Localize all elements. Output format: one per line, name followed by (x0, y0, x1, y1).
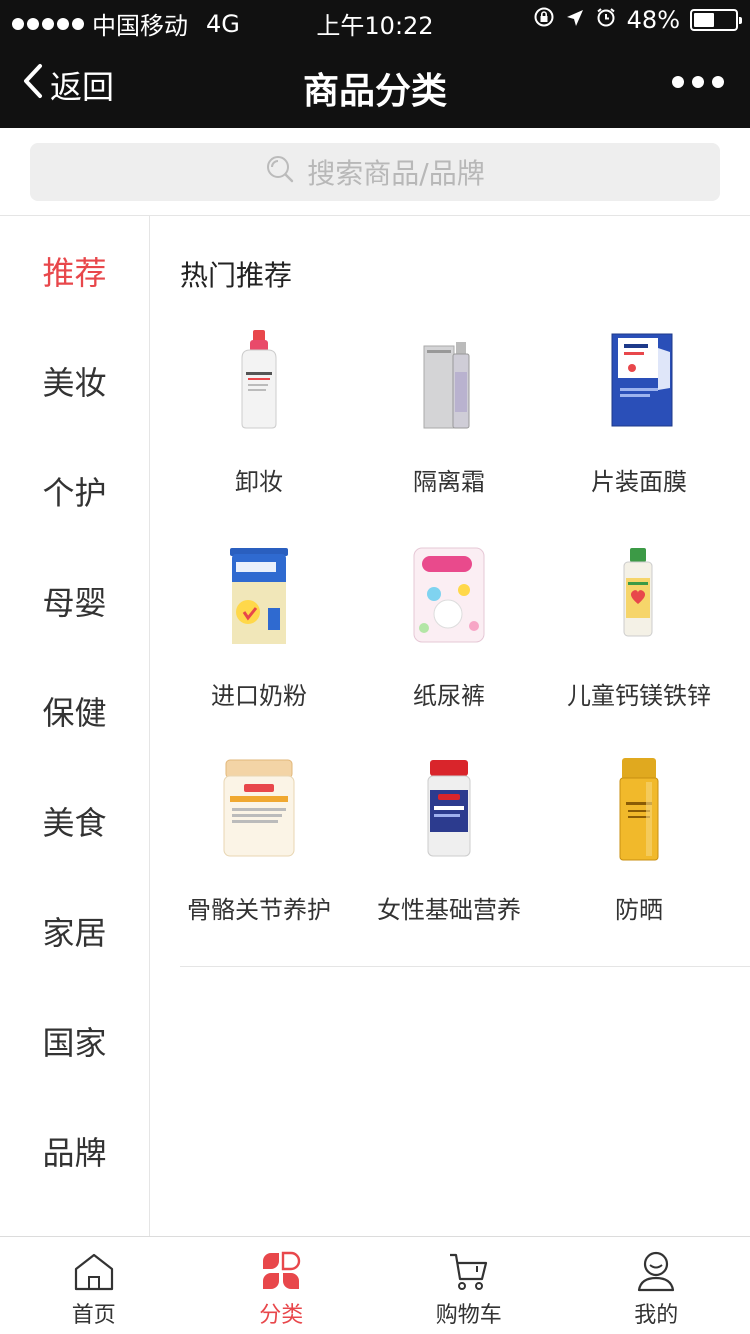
tab-profile[interactable]: 我的 (563, 1237, 750, 1334)
page-title: 商品分类 (302, 71, 447, 112)
search-placeholder: 搜索商品/品牌 (307, 157, 485, 190)
tab-label: 购物车 (435, 1303, 502, 1328)
status-bar: 中国移动 4G 上午10:22 48% (0, 0, 750, 40)
product-label: 纸尿裤 (413, 682, 485, 710)
cart-icon (447, 1249, 491, 1293)
sidebar-item-recommend[interactable]: 推荐 (0, 216, 149, 326)
tab-label: 我的 (634, 1303, 679, 1328)
diaper-pack-icon (394, 542, 504, 652)
more-options-button[interactable] (672, 76, 724, 88)
sidebar-item-beauty[interactable]: 美妆 (0, 326, 149, 436)
sidebar-item-country[interactable]: 国家 (0, 986, 149, 1096)
more-dots-icon (672, 76, 684, 88)
product-item-makeup-remover[interactable]: 卸妆 (164, 328, 354, 542)
section-divider (180, 966, 750, 967)
battery-percent: 48% (626, 6, 680, 34)
kids-supplement-bottle-icon (584, 542, 694, 652)
product-label: 隔离霜 (413, 468, 485, 496)
tab-category[interactable]: 分类 (188, 1237, 376, 1334)
search-section: 搜索商品/品牌 (0, 128, 750, 216)
product-item-primer[interactable]: 隔离霜 (354, 328, 544, 542)
product-label: 进口奶粉 (211, 682, 307, 710)
sidebar-item-home[interactable]: 家居 (0, 876, 149, 986)
product-item-sunscreen[interactable]: 防晒 (544, 756, 734, 970)
sidebar-item-food[interactable]: 美食 (0, 766, 149, 876)
product-item-women-nutrition[interactable]: 女性基础营养 (354, 756, 544, 970)
product-item-joint-care[interactable]: 骨骼关节养护 (164, 756, 354, 970)
home-icon (72, 1249, 116, 1293)
sidebar-item-mother-baby[interactable]: 母婴 (0, 546, 149, 656)
category-icon (259, 1249, 303, 1293)
product-item-milk-powder[interactable]: 进口奶粉 (164, 542, 354, 756)
product-label: 儿童钙镁铁锌 (567, 682, 711, 710)
section-title: 热门推荐 (180, 259, 293, 292)
vitamin-bottle-icon (394, 756, 504, 866)
sidebar-item-personal-care[interactable]: 个护 (0, 436, 149, 546)
sunscreen-bottle-icon (584, 756, 694, 866)
calcium-jar-icon (204, 756, 314, 866)
tab-label: 首页 (71, 1303, 116, 1328)
alarm-clock-icon (595, 6, 617, 34)
category-content: 热门推荐 卸妆 隔离霜 片装面膜 进口奶粉 纸尿裤 儿童钙镁铁锌 骨骼关节养护 … (150, 216, 750, 1236)
milk-powder-can-icon (204, 542, 314, 652)
product-item-sheet-mask[interactable]: 片装面膜 (544, 328, 734, 542)
product-item-diapers[interactable]: 纸尿裤 (354, 542, 544, 756)
category-sidebar: 推荐 美妆 个护 母婴 保健 美食 家居 国家 品牌 (0, 216, 150, 1236)
location-arrow-icon (565, 6, 585, 34)
battery-icon (690, 9, 742, 31)
product-item-kids-supplement[interactable]: 儿童钙镁铁锌 (544, 542, 734, 756)
bottom-tab-bar: 首页 分类 购物车 我的 (0, 1236, 750, 1334)
sidebar-item-health[interactable]: 保健 (0, 656, 149, 766)
serum-bottle-icon (394, 328, 504, 438)
product-label: 防晒 (615, 896, 663, 924)
rotation-lock-icon (533, 6, 555, 34)
product-label: 卸妆 (235, 468, 283, 496)
sheet-mask-icon (584, 328, 694, 438)
search-icon (265, 154, 295, 191)
product-label: 女性基础营养 (377, 896, 521, 924)
tab-cart[interactable]: 购物车 (375, 1237, 563, 1334)
product-grid: 卸妆 隔离霜 片装面膜 进口奶粉 纸尿裤 儿童钙镁铁锌 骨骼关节养护 女性基础营… (164, 328, 734, 970)
product-label: 骨骼关节养护 (187, 896, 331, 924)
profile-icon (634, 1249, 678, 1293)
product-label: 片装面膜 (591, 468, 687, 496)
micellar-water-bottle-icon (204, 328, 314, 438)
sidebar-item-brand[interactable]: 品牌 (0, 1096, 149, 1206)
tab-label: 分类 (259, 1303, 304, 1328)
search-box[interactable]: 搜索商品/品牌 (30, 143, 720, 201)
tab-home[interactable]: 首页 (0, 1237, 188, 1334)
navigation-bar: 返回 商品分类 (0, 40, 750, 128)
